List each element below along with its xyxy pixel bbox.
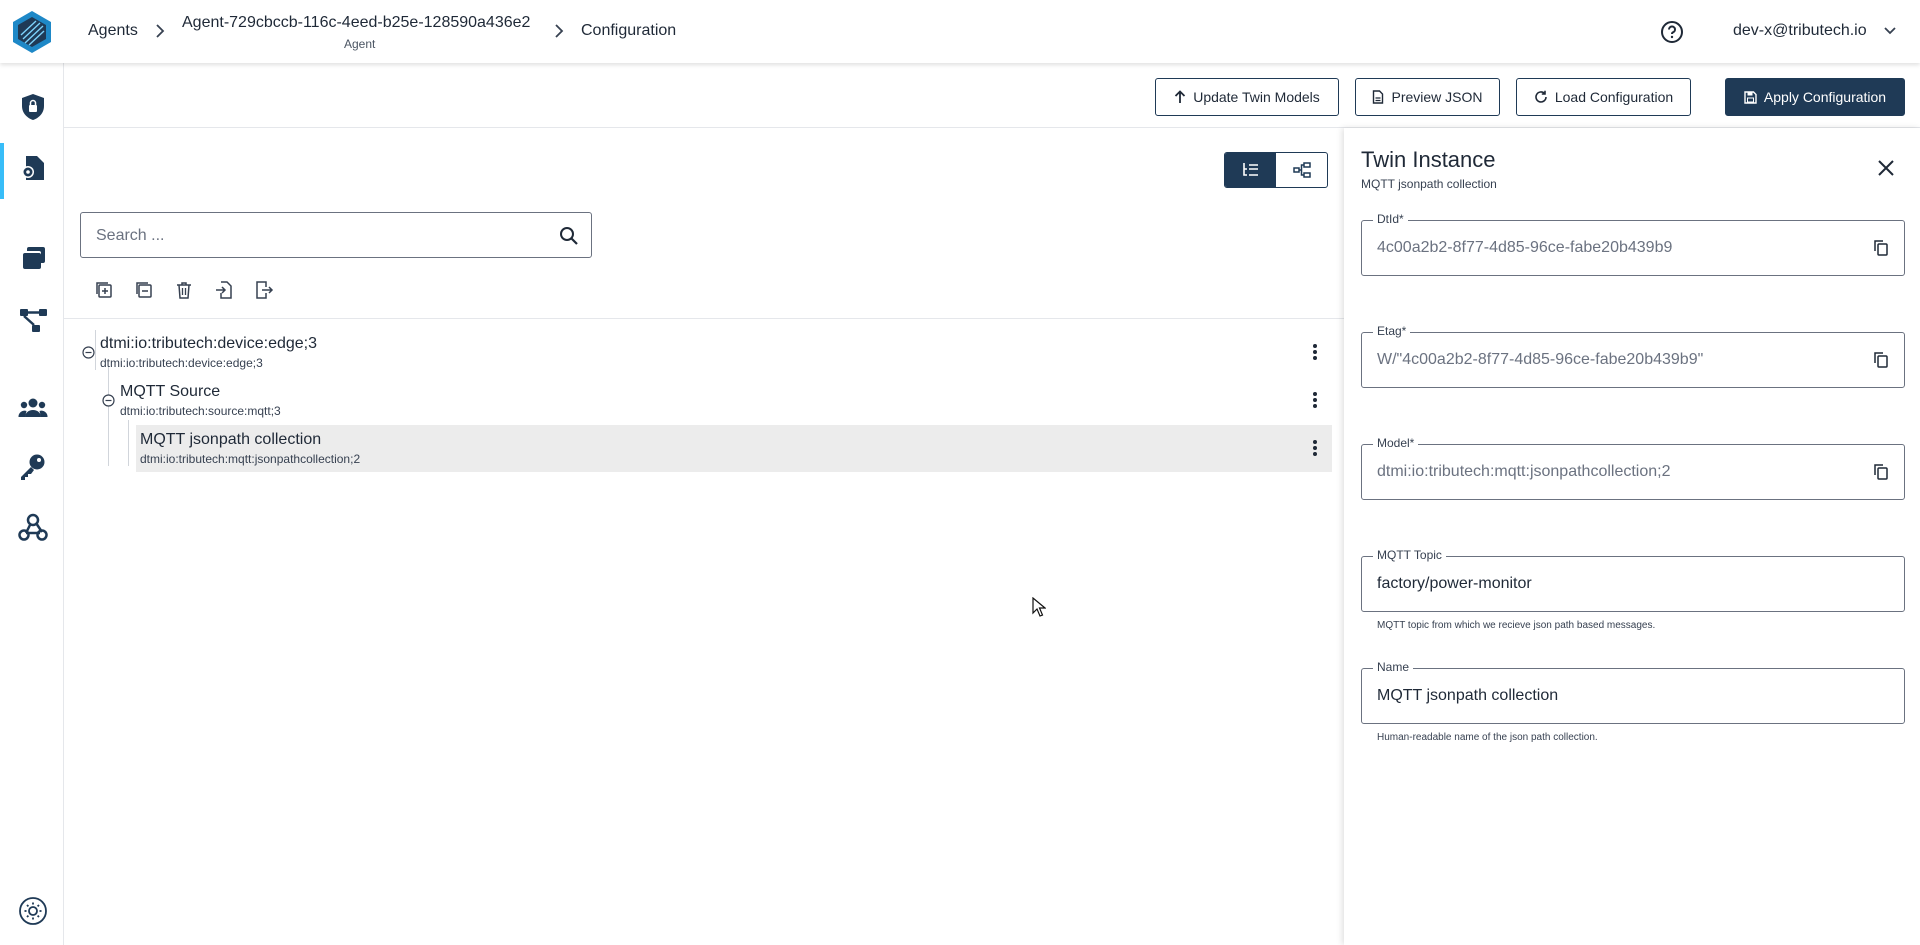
model-value: dtmi:io:tributech:mqtt:jsonpathcollectio… [1377, 463, 1671, 480]
more-vertical-icon[interactable] [1305, 438, 1325, 458]
sidebar [0, 63, 64, 945]
users-icon[interactable] [18, 393, 48, 423]
more-vertical-icon[interactable] [1305, 390, 1325, 410]
tree-view-button[interactable] [1225, 153, 1276, 187]
help-icon[interactable] [1660, 20, 1684, 44]
tree-guide-line [128, 420, 129, 466]
network-nodes-icon[interactable] [18, 305, 48, 335]
tree-guide-line [108, 366, 109, 466]
copy-icon[interactable] [1872, 463, 1890, 481]
mqtt-topic-label: MQTT Topic [1373, 548, 1446, 562]
collapse-node-icon[interactable] [102, 394, 115, 407]
preview-json-button[interactable]: Preview JSON [1355, 78, 1500, 116]
sun-icon[interactable] [18, 896, 48, 926]
tree-node-title: dtmi:io:tributech:device:edge;3 [100, 335, 318, 352]
apply-configuration-button[interactable]: Apply Configuration [1725, 78, 1905, 116]
close-icon[interactable] [1876, 158, 1896, 178]
breadcrumb-configuration: Configuration [581, 22, 677, 39]
tree-node-title: MQTT jsonpath collection [140, 431, 322, 448]
mqtt-topic-hint: MQTT topic from which we recieve json pa… [1377, 620, 1656, 631]
breadcrumb-agent-id[interactable]: Agent-729cbccb-116c-4eed-b25e-128590a436… [182, 14, 530, 32]
search-icon[interactable] [559, 226, 579, 246]
tree-node[interactable]: MQTT jsonpath collection dtmi:io:tribute… [140, 431, 360, 466]
panel-title: Twin Instance [1361, 147, 1496, 172]
delete-icon[interactable] [174, 280, 194, 300]
etag-label: Etag* [1373, 324, 1411, 338]
stacked-cards-icon[interactable] [18, 244, 48, 274]
webhook-icon[interactable] [18, 512, 48, 542]
name-label: Name [1373, 660, 1414, 674]
preview-json-label: Preview JSON [1391, 89, 1483, 105]
hierarchy-icon [1292, 162, 1311, 178]
etag-value: W/"4c00a2b2-8f77-4d85-96ce-fabe20b439b9" [1377, 351, 1704, 368]
chevron-right-icon [555, 24, 564, 38]
tree-divider [64, 318, 1344, 319]
sidebar-active-indicator [0, 143, 4, 199]
search-input[interactable] [96, 225, 536, 247]
collapse-all-icon[interactable] [134, 280, 154, 300]
graph-view-button[interactable] [1276, 153, 1327, 187]
export-icon[interactable] [254, 280, 274, 300]
dtid-field[interactable]: DtId* 4c00a2b2-8f77-4d85-96ce-fabe20b439… [1361, 212, 1905, 276]
model-field[interactable]: Model* dtmi:io:tributech:mqtt:jsonpathco… [1361, 436, 1905, 500]
mqtt-topic-field[interactable]: MQTT Topic factory/power-monitor [1361, 548, 1905, 612]
shield-lock-icon[interactable] [18, 92, 48, 122]
mqtt-topic-value[interactable]: factory/power-monitor [1377, 575, 1532, 593]
breadcrumb-agents[interactable]: Agents [88, 22, 138, 40]
tree-toolbar [94, 280, 274, 300]
name-value[interactable]: MQTT jsonpath collection [1377, 687, 1558, 705]
more-vertical-icon[interactable] [1305, 342, 1325, 362]
tree-node-subtitle: dtmi:io:tributech:mqtt:jsonpathcollectio… [140, 452, 361, 466]
load-configuration-label: Load Configuration [1554, 89, 1674, 105]
tributech-logo-icon[interactable] [9, 9, 55, 55]
update-twin-models-label: Update Twin Models [1193, 89, 1320, 105]
import-icon[interactable] [214, 280, 234, 300]
name-hint: Human-readable name of the json path col… [1377, 732, 1598, 743]
arrow-up-icon [1175, 90, 1186, 103]
etag-field[interactable]: Etag* W/"4c00a2b2-8f77-4d85-96ce-fabe20b… [1361, 324, 1905, 388]
dtid-value: 4c00a2b2-8f77-4d85-96ce-fabe20b439b9 [1377, 239, 1673, 256]
copy-icon[interactable] [1872, 351, 1890, 369]
tree-list-icon [1242, 163, 1258, 176]
name-field[interactable]: Name MQTT jsonpath collection [1361, 660, 1905, 724]
update-twin-models-button[interactable]: Update Twin Models [1155, 78, 1339, 116]
tree-node-subtitle: dtmi:io:tributech:device:edge;3 [100, 356, 263, 370]
top-bar: Agents Agent-729cbccb-116c-4eed-b25e-128… [0, 0, 1920, 63]
copy-icon[interactable] [1872, 239, 1890, 257]
tree-node-title: MQTT Source [120, 383, 221, 400]
tree-node-subtitle: dtmi:io:tributech:source:mqtt;3 [120, 404, 281, 418]
chevron-down-icon[interactable] [1884, 26, 1896, 36]
file-settings-icon[interactable] [18, 153, 48, 183]
user-menu[interactable]: dev-x@tributech.io [1733, 22, 1867, 40]
panel-subtitle: MQTT jsonpath collection [1361, 177, 1497, 191]
mouse-cursor-icon [1032, 597, 1046, 617]
tree-node[interactable]: dtmi:io:tributech:device:edge;3 dtmi:io:… [100, 335, 317, 370]
save-icon [1744, 90, 1757, 104]
tree-node[interactable]: MQTT Source dtmi:io:tributech:source:mqt… [120, 383, 281, 418]
dtid-label: DtId* [1373, 212, 1408, 226]
refresh-icon [1535, 90, 1547, 103]
search-box [80, 212, 592, 258]
tree-guide-line [95, 330, 96, 370]
apply-configuration-label: Apply Configuration [1763, 89, 1887, 105]
breadcrumb-agent-type: Agent [344, 37, 376, 51]
model-label: Model* [1373, 436, 1419, 450]
key-icon[interactable] [18, 452, 48, 482]
file-icon [1373, 90, 1384, 104]
view-toggle [1224, 152, 1328, 188]
expand-all-icon[interactable] [94, 280, 114, 300]
load-configuration-button[interactable]: Load Configuration [1516, 78, 1691, 116]
chevron-right-icon [156, 24, 165, 38]
collapse-node-icon[interactable] [82, 346, 95, 359]
